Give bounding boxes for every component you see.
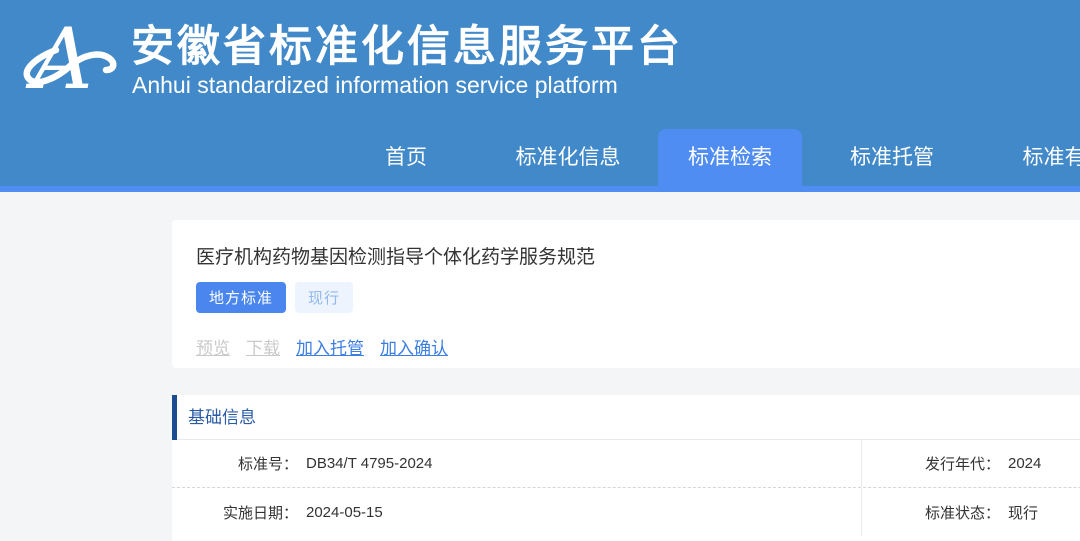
nav-item-standard-validity[interactable]: 标准有 bbox=[982, 129, 1080, 192]
site-logo-icon: A bbox=[20, 8, 120, 110]
section-title: 基础信息 bbox=[188, 408, 256, 427]
site-header: A 安徽省标准化信息服务平台 Anhui standardized inform… bbox=[0, 0, 1080, 192]
add-hosting-link[interactable]: 加入托管 bbox=[296, 334, 364, 359]
field-label: 实施日期： bbox=[172, 502, 298, 523]
standard-detail-card: 医疗机构药物基因检测指导个体化药学服务规范 地方标准 现行 预览 下载 加入托管… bbox=[172, 220, 1080, 368]
badge-standard-type: 地方标准 bbox=[196, 282, 286, 313]
nav-item-standardization-info[interactable]: 标准化信息 bbox=[496, 129, 640, 192]
field-value: 现行 bbox=[1000, 502, 1038, 523]
field-label: 标准号： bbox=[172, 453, 298, 474]
nav-item-standard-hosting[interactable]: 标准托管 bbox=[820, 129, 964, 192]
header-accent-strip bbox=[0, 186, 1080, 192]
field-value: 2024-05-15 bbox=[298, 504, 383, 521]
basic-info-section-header: 基础信息 bbox=[172, 395, 1080, 440]
nav-item-home[interactable]: 首页 bbox=[334, 129, 478, 192]
download-link[interactable]: 下载 bbox=[246, 334, 280, 359]
field-label: 标准状态： bbox=[862, 502, 1000, 523]
badge-standard-status: 现行 bbox=[295, 282, 353, 313]
section-accent-bar bbox=[172, 395, 177, 440]
cell-standard-status: 标准状态： 现行 bbox=[861, 488, 1080, 536]
standard-title: 医疗机构药物基因检测指导个体化药学服务规范 bbox=[196, 242, 1080, 269]
cell-issue-year: 发行年代： 2024 bbox=[861, 440, 1080, 487]
field-value: 2024 bbox=[1000, 455, 1041, 472]
main-nav: 首页 标准化信息 标准检索 标准托管 标准有 bbox=[334, 129, 1080, 192]
preview-link[interactable]: 预览 bbox=[196, 334, 230, 359]
basic-info-card: 基础信息 标准号： DB34/T 4795-2024 发行年代： 2024 实施… bbox=[172, 395, 1080, 541]
field-label: 发行年代： bbox=[862, 453, 1000, 474]
cell-implementation-date: 实施日期： 2024-05-15 bbox=[172, 488, 861, 536]
cell-standard-number: 标准号： DB34/T 4795-2024 bbox=[172, 440, 861, 487]
badge-row: 地方标准 现行 bbox=[196, 282, 1080, 313]
table-row: 实施日期： 2024-05-15 标准状态： 现行 bbox=[172, 488, 1080, 536]
action-links: 预览 下载 加入托管 加入确认 bbox=[196, 334, 1080, 359]
site-title-en: Anhui standardized information service p… bbox=[132, 72, 618, 99]
table-row: 标准号： DB34/T 4795-2024 发行年代： 2024 bbox=[172, 440, 1080, 488]
site-title-zh: 安徽省标准化信息服务平台 bbox=[131, 12, 683, 74]
nav-item-standard-search[interactable]: 标准检索 bbox=[658, 129, 802, 192]
add-confirmation-link[interactable]: 加入确认 bbox=[380, 334, 448, 359]
field-value: DB34/T 4795-2024 bbox=[298, 455, 432, 472]
